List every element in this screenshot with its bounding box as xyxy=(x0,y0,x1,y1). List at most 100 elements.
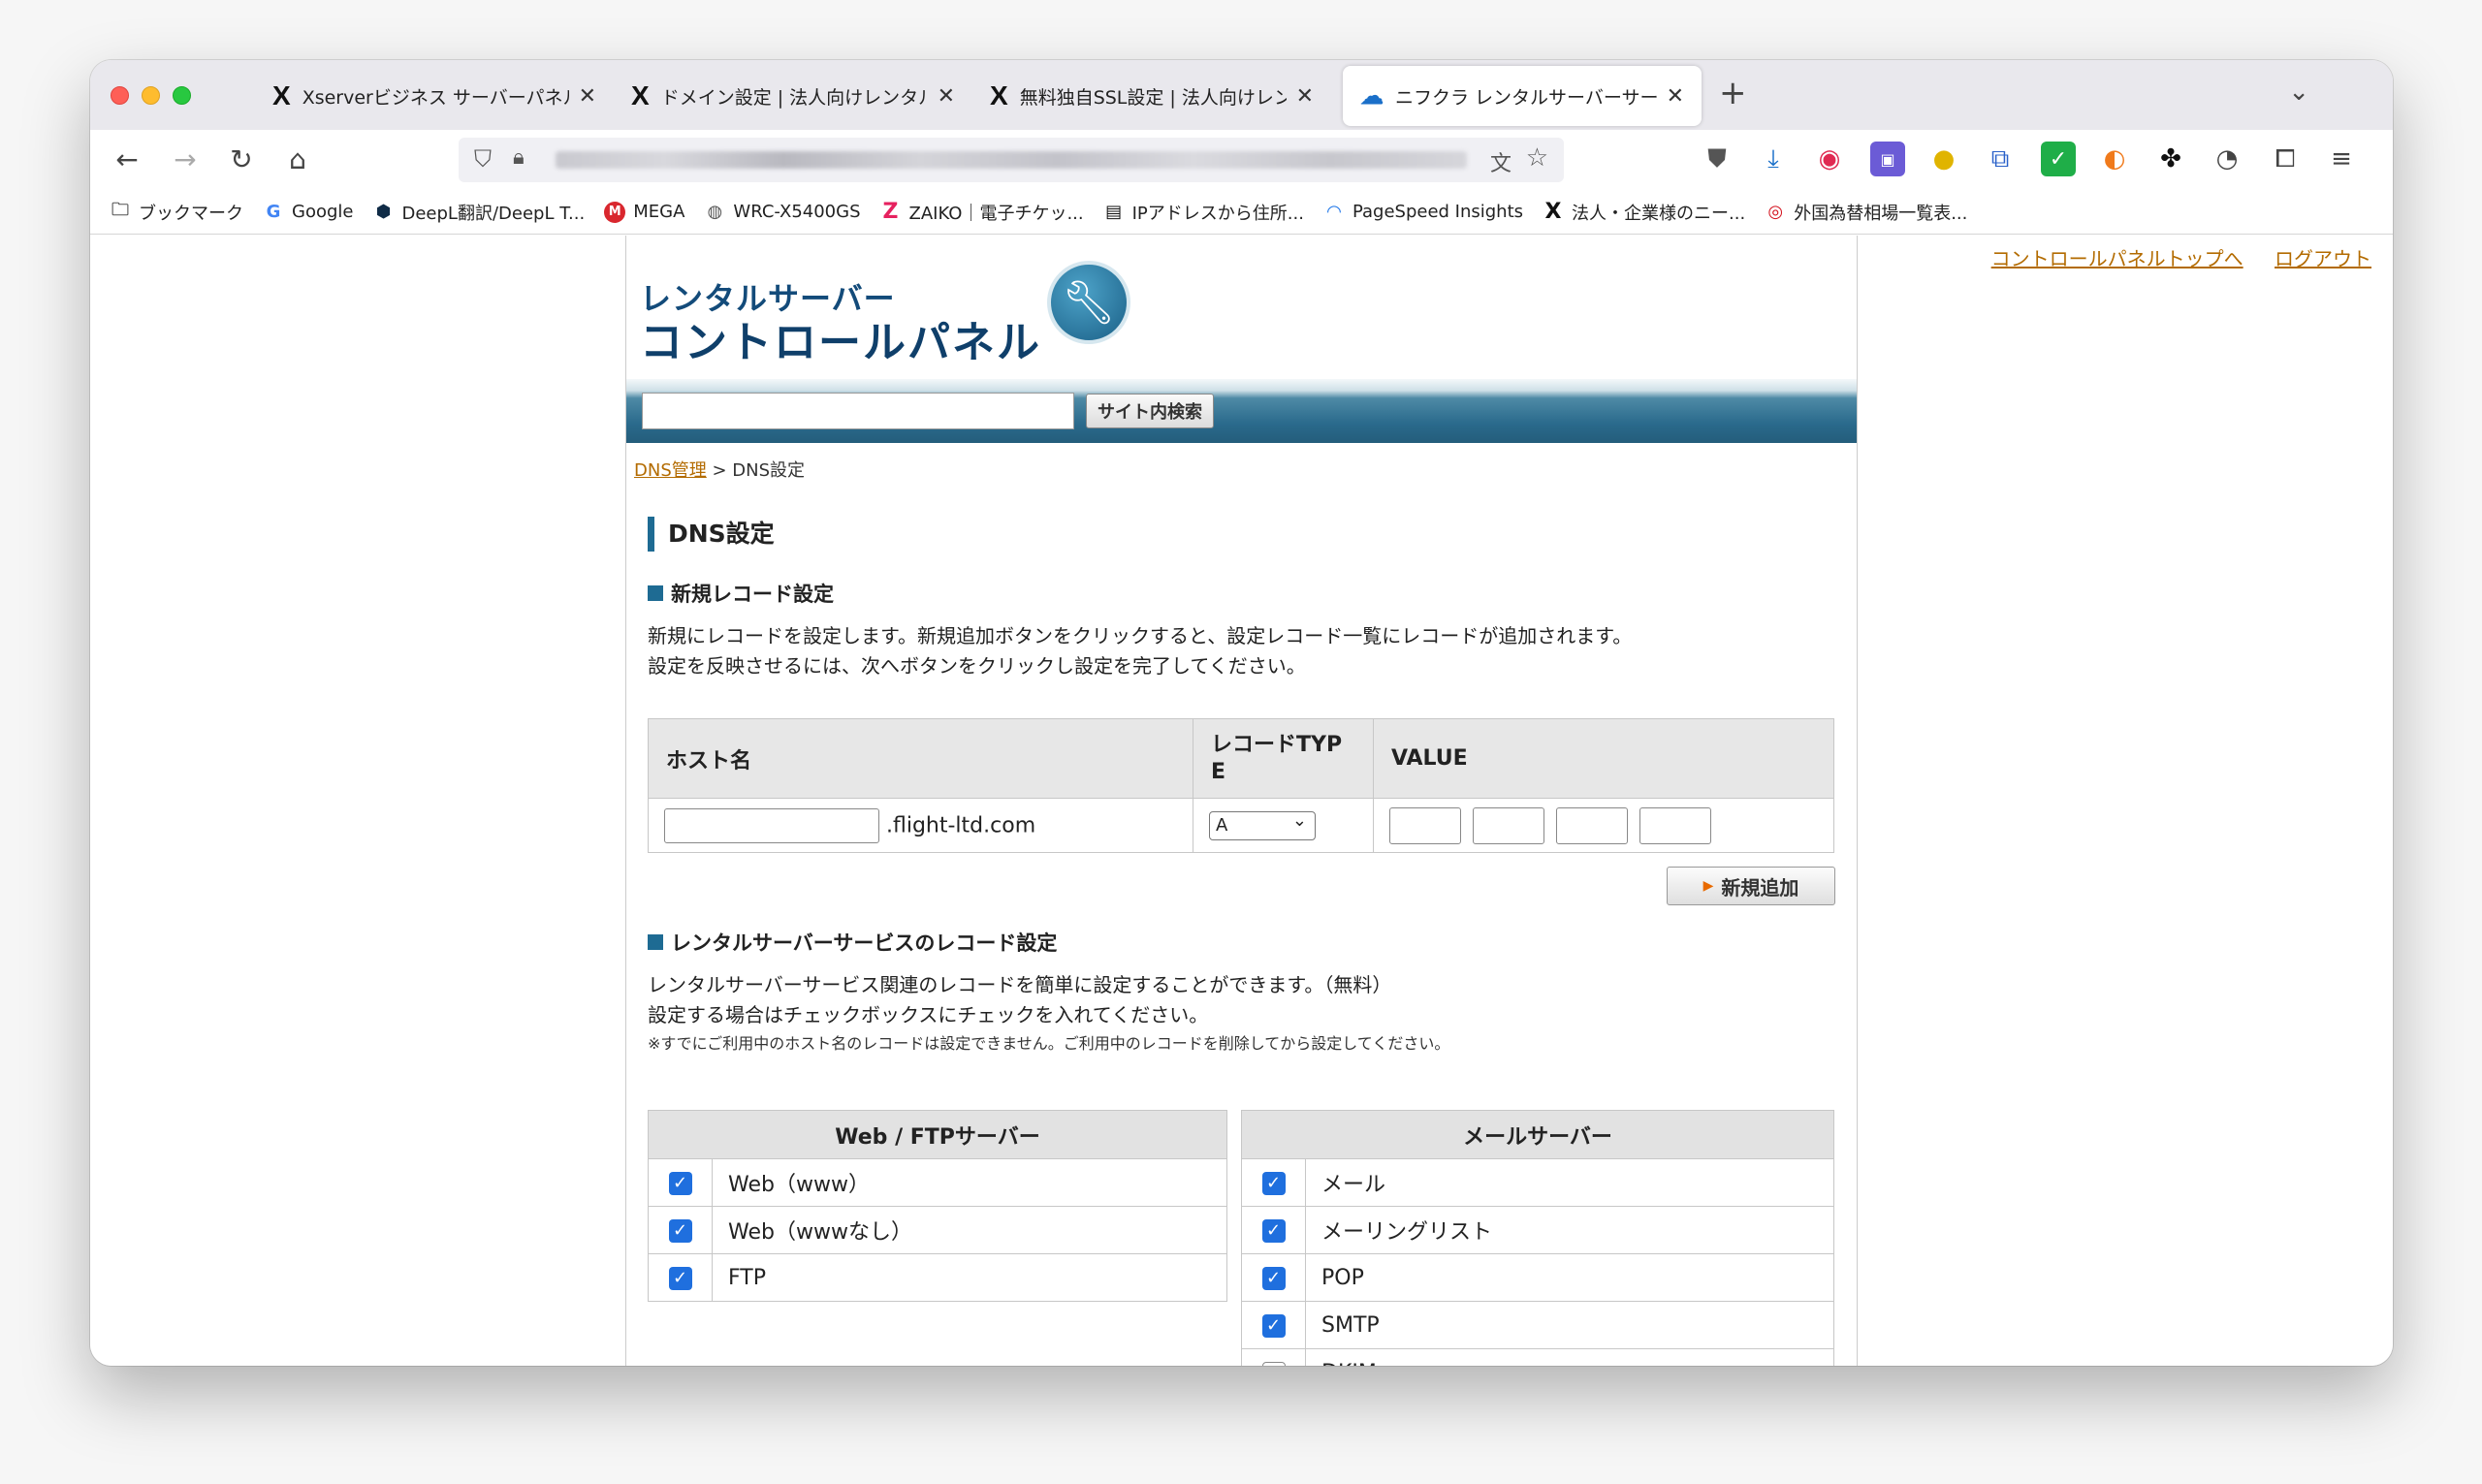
logo[interactable]: レンタルサーバー コントロールパネル 🔧︎ xyxy=(640,257,1144,367)
tab-ssl-settings[interactable]: X 無料独自SSL設定 | 法人向けレン ✕ xyxy=(972,66,1331,126)
globe-icon: ◍ xyxy=(707,202,723,222)
shield-icon[interactable]: ⛉ xyxy=(474,145,492,173)
checkbox-cell xyxy=(1241,1348,1306,1366)
tab-xserver-panel[interactable]: X Xserverビジネス サーバーパネル ✕ xyxy=(255,66,614,126)
checkbox-cell: ✓ xyxy=(648,1158,713,1207)
add-record-button[interactable]: ▶ 新規追加 xyxy=(1667,867,1835,905)
close-window-button[interactable] xyxy=(111,86,129,105)
ip-octet-1-input[interactable] xyxy=(1389,806,1461,844)
extension-purple-icon[interactable]: ▣ xyxy=(1870,142,1905,176)
extension-orange-icon[interactable]: ◐ xyxy=(2097,142,2132,176)
column-header-host: ホスト名 xyxy=(648,718,1193,799)
navigation-toolbar: ← → ↻ ⌂ ⛉ 🔒︎ 文 ☆ ⛊ ⤓ ◉ ▣ ● ⧉ ✓ ◐ ✤ ◔ ⧠ ≡ xyxy=(90,130,2393,190)
site-search-button[interactable]: サイト内検索 xyxy=(1086,394,1214,428)
web-www-checkbox[interactable]: ✓ xyxy=(668,1171,692,1195)
hamburger-menu-icon[interactable]: ≡ xyxy=(2324,142,2359,176)
bookmark-folder[interactable]: 🗀 ブックマーク xyxy=(110,200,243,225)
square-bullet-icon xyxy=(648,934,663,950)
lock-icon[interactable]: 🔒︎ xyxy=(513,145,525,170)
pocket-icon[interactable]: ⛊ xyxy=(1700,142,1734,176)
bookmark-label: IPアドレスから住所... xyxy=(1131,203,1304,224)
bookmark-pagespeed[interactable]: ◠ PageSpeed Insights xyxy=(1323,202,1523,223)
bookmark-deepl[interactable]: ⬢ DeepL翻訳/DeepL T... xyxy=(372,200,586,225)
cloud-icon: ☁ xyxy=(1360,82,1384,110)
new-tab-button[interactable]: + xyxy=(1719,74,1747,112)
description-line: 新規にレコードを設定します。新規追加ボタンをクリックすると、設定レコード一覧にレ… xyxy=(648,624,1633,647)
breadcrumb-dns-management-link[interactable]: DNS管理 xyxy=(634,460,707,481)
bookmark-ip-address[interactable]: ▤ IPアドレスから住所... xyxy=(1103,200,1304,225)
extension-paw-icon[interactable]: ✤ xyxy=(2153,142,2188,176)
ip-octet-4-input[interactable] xyxy=(1639,806,1711,844)
minimize-window-button[interactable] xyxy=(142,86,160,105)
host-name-input[interactable] xyxy=(664,807,879,843)
tab-domain-settings[interactable]: X ドメイン設定 | 法人向けレンタル ✕ xyxy=(614,66,972,126)
breadcrumb-separator: > xyxy=(706,460,733,481)
browser-window: X Xserverビジネス サーバーパネル ✕ X ドメイン設定 | 法人向けレ… xyxy=(90,60,2393,1366)
new-record-heading: 新規レコード設定 xyxy=(648,579,834,608)
chevron-down-icon[interactable]: ⌄ xyxy=(2288,78,2309,107)
mail-server-table: メールサーバー ✓ メール ✓ メーリングリスト ✓ POP ✓ SMTP xyxy=(1241,1110,1834,1366)
tab-close-icon[interactable]: ✕ xyxy=(1667,84,1684,109)
bookmark-google[interactable]: G Google xyxy=(263,202,354,223)
bookmark-x-corporate[interactable]: X 法人・企業様のニー... xyxy=(1543,200,1746,225)
download-icon[interactable]: ⤓ xyxy=(1756,142,1791,176)
service-record-description: レンタルサーバーサービス関連のレコードを簡単に設定することができます。（無料） … xyxy=(648,970,1391,1030)
google-icon: G xyxy=(266,202,281,222)
tab-title: Xserverビジネス サーバーパネル xyxy=(302,86,569,109)
description-line: 設定を反映させるには、次へボタンをクリックし設定を完了してください。 xyxy=(648,654,1306,678)
bookmark-zaiko[interactable]: Z ZAIKO｜電子チケッ... xyxy=(880,200,1084,225)
bookmark-mega[interactable]: M MEGA xyxy=(604,201,684,223)
control-panel-top-link[interactable]: コントロールパネルトップへ xyxy=(1991,247,2243,270)
ftp-checkbox[interactable]: ✓ xyxy=(668,1266,692,1290)
url-text-blurred xyxy=(556,151,1467,169)
back-arrow-icon[interactable]: ← xyxy=(108,140,146,178)
search-band: サイト内検索 xyxy=(626,379,1857,443)
tab-close-icon[interactable]: ✕ xyxy=(938,84,955,109)
smtp-checkbox[interactable]: ✓ xyxy=(1261,1313,1286,1338)
ip-octet-2-input[interactable] xyxy=(1473,806,1544,844)
x-logo-icon: X xyxy=(631,80,650,111)
web-no-www-checkbox[interactable]: ✓ xyxy=(668,1218,692,1243)
description-line: レンタルサーバーサービス関連のレコードを簡単に設定することができます。（無料） xyxy=(648,973,1392,996)
translate-extension-icon[interactable]: ⧉ xyxy=(1983,142,2018,176)
mail-label: メール xyxy=(1305,1158,1834,1207)
web-www-label: Web（www） xyxy=(712,1158,1227,1207)
page-title: DNS設定 xyxy=(648,517,775,552)
web-ftp-table: Web / FTPサーバー ✓ Web（www） ✓ Web（wwwなし） ✓ … xyxy=(648,1110,1227,1302)
site-search-input[interactable] xyxy=(642,393,1074,429)
mailing-list-checkbox[interactable]: ✓ xyxy=(1261,1218,1286,1243)
folder-icon: 🗀 xyxy=(111,199,129,220)
x-icon: X xyxy=(1544,200,1562,224)
tab-nifcloud-active[interactable]: ☁ ニフクラ レンタルサーバーサービ ✕ xyxy=(1343,66,1702,126)
logout-link[interactable]: ログアウト xyxy=(2275,247,2371,270)
bookmark-wrc[interactable]: ◍ WRC-X5400GS xyxy=(704,202,861,223)
translate-icon[interactable]: 文 xyxy=(1490,146,1511,177)
star-bookmark-icon[interactable]: ☆ xyxy=(1526,143,1548,173)
checkbox-cell: ✓ xyxy=(1241,1301,1306,1349)
extension-red-icon[interactable]: ◉ xyxy=(1812,142,1847,176)
ftp-label: FTP xyxy=(712,1253,1227,1302)
mail-checkbox[interactable]: ✓ xyxy=(1261,1171,1286,1195)
dkim-checkbox[interactable] xyxy=(1261,1361,1286,1366)
record-type-select[interactable]: A xyxy=(1209,807,1316,840)
zoom-window-button[interactable] xyxy=(173,86,191,105)
wrench-icon: 🔧︎ xyxy=(1047,261,1130,344)
web-no-www-label: Web（wwwなし） xyxy=(712,1206,1227,1254)
ip-octet-3-input[interactable] xyxy=(1556,806,1628,844)
url-bar[interactable]: ⛉ 🔒︎ 文 ☆ xyxy=(459,138,1564,182)
web-page: コントロールパネルトップへ ログアウト レンタルサーバー コントロールパネル 🔧… xyxy=(90,236,2393,1366)
bookmark-mufg[interactable]: ◎ 外国為替相場一覧表... xyxy=(1765,200,1967,225)
tab-title: ドメイン設定 | 法人向けレンタル xyxy=(660,86,928,109)
smtp-label: SMTP xyxy=(1305,1301,1834,1349)
extension-pie-icon[interactable]: ◔ xyxy=(2210,142,2244,176)
checkmark-extension-icon[interactable]: ✓ xyxy=(2041,142,2076,176)
extension-yellow-icon[interactable]: ● xyxy=(1926,142,1961,176)
tab-close-icon[interactable]: ✕ xyxy=(579,84,596,109)
extensions-puzzle-icon[interactable]: ⧠ xyxy=(2268,142,2303,176)
home-icon[interactable]: ⌂ xyxy=(278,140,317,178)
pop-checkbox[interactable]: ✓ xyxy=(1261,1266,1286,1290)
ip-icon: ▤ xyxy=(1105,202,1123,222)
reload-icon[interactable]: ↻ xyxy=(222,140,261,178)
tab-close-icon[interactable]: ✕ xyxy=(1296,84,1314,109)
forward-arrow-icon[interactable]: → xyxy=(166,140,205,178)
